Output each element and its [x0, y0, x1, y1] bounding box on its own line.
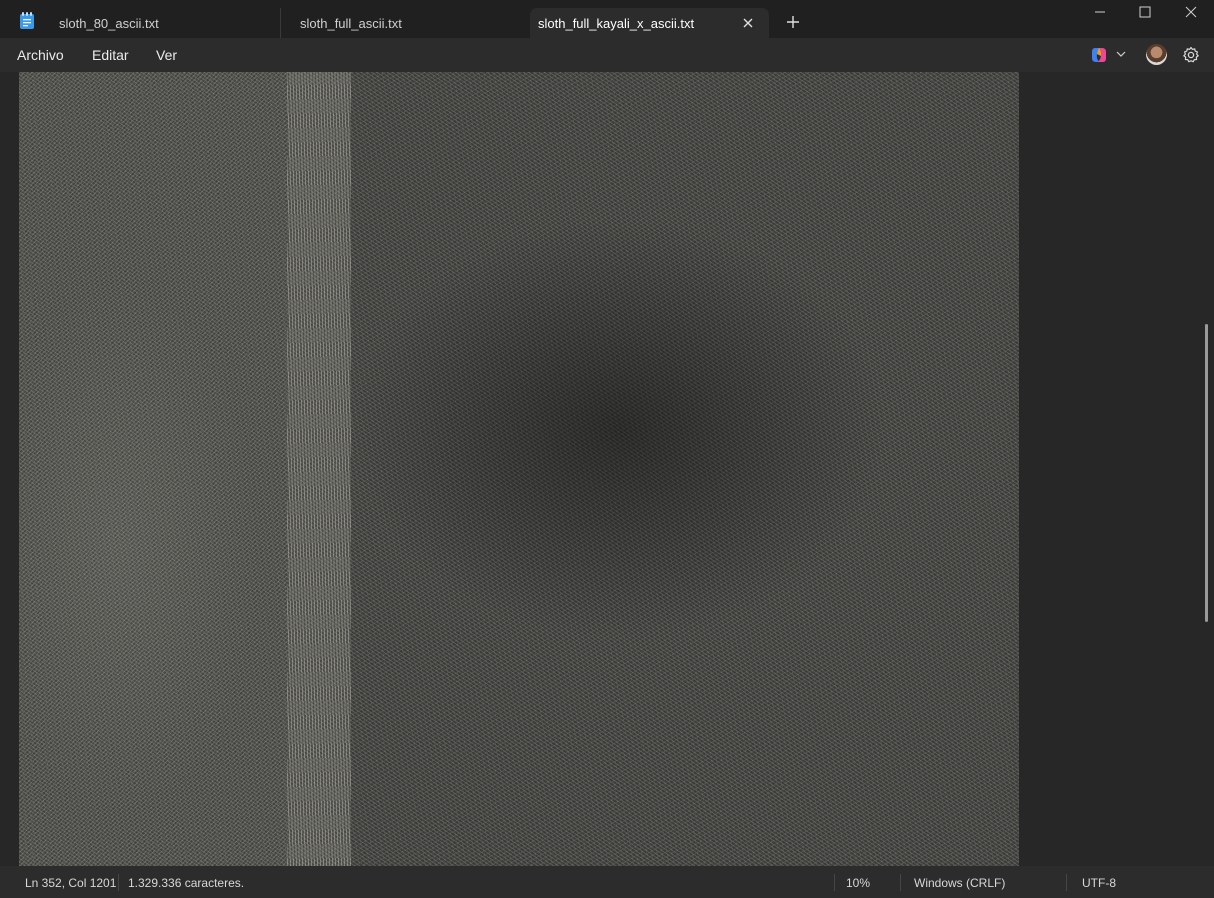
minimize-icon: [1095, 11, 1105, 13]
cursor-position: Ln 352, Col 1201: [25, 876, 117, 890]
status-divider: [834, 874, 835, 891]
gear-icon[interactable]: [1182, 46, 1200, 64]
minimize-button[interactable]: [1077, 0, 1123, 24]
zoom-level[interactable]: 10%: [846, 876, 870, 890]
chevron-down-icon[interactable]: [1116, 49, 1126, 59]
ascii-art-content: [19, 72, 1019, 866]
close-icon[interactable]: [741, 16, 755, 30]
copilot-icon[interactable]: [1090, 46, 1108, 64]
tab-label: sloth_80_ascii.txt: [59, 15, 159, 31]
menu-ver[interactable]: Ver: [156, 47, 177, 63]
character-count: 1.329.336 caracteres.: [128, 876, 245, 890]
tab-label: sloth_full_kayali_x_ascii.txt: [538, 15, 695, 31]
menu-editar[interactable]: Editar: [92, 47, 129, 63]
tab-label: sloth_full_ascii.txt: [300, 15, 402, 31]
maximize-button[interactable]: [1122, 0, 1168, 24]
vertical-scrollbar[interactable]: [1205, 324, 1208, 622]
status-bar: Ln 352, Col 1201 1.329.336 caracteres. 1…: [0, 866, 1214, 898]
maximize-icon: [1139, 6, 1151, 18]
notepad-window: sloth_80_ascii.txt sloth_full_ascii.txt …: [0, 0, 1214, 898]
text-editor[interactable]: [0, 72, 1214, 866]
menu-bar: Archivo Editar Ver: [0, 38, 1214, 72]
close-icon: [1185, 6, 1197, 18]
ascii-texture-band: [287, 72, 351, 866]
avatar[interactable]: [1146, 44, 1167, 65]
tab-sloth-full-ascii[interactable]: sloth_full_ascii.txt: [280, 8, 530, 38]
status-divider: [118, 874, 119, 891]
notepad-icon: [20, 12, 34, 29]
encoding[interactable]: UTF-8: [1082, 876, 1116, 890]
line-endings[interactable]: Windows (CRLF): [914, 876, 1005, 890]
tab-sloth-80-ascii[interactable]: sloth_80_ascii.txt: [40, 8, 280, 38]
ascii-texture-left: [19, 72, 287, 866]
window-close-button[interactable]: [1168, 0, 1214, 24]
tab-sloth-full-kayali-x-ascii[interactable]: sloth_full_kayali_x_ascii.txt: [530, 8, 769, 38]
status-divider: [1066, 874, 1067, 891]
status-divider: [900, 874, 901, 891]
menu-archivo[interactable]: Archivo: [17, 47, 64, 63]
tab-strip: sloth_80_ascii.txt sloth_full_ascii.txt …: [0, 0, 1214, 38]
add-tab-icon[interactable]: [784, 13, 802, 31]
